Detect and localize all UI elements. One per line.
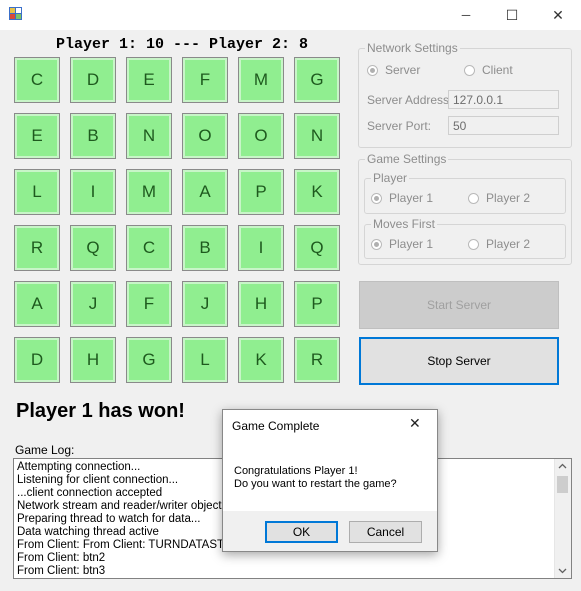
dialog-close-icon[interactable]: ✕: [409, 415, 421, 432]
scroll-down-icon[interactable]: [558, 568, 567, 574]
board-tile[interactable]: C: [126, 225, 172, 271]
dialog-title: Game Complete: [232, 419, 320, 433]
radio-selected-icon: [371, 238, 382, 250]
score-label: Player 1: 10 --- Player 2: 8: [56, 36, 309, 53]
board-tile[interactable]: Q: [70, 225, 116, 271]
radio-unselected-icon: [468, 192, 479, 204]
server-radio-label: Server: [385, 63, 421, 77]
board-tile[interactable]: Q: [294, 225, 340, 271]
board-tile[interactable]: B: [70, 113, 116, 159]
board-tile[interactable]: J: [182, 281, 228, 327]
dialog-message-line1: Congratulations Player 1!: [234, 465, 358, 477]
app-icon: [9, 7, 22, 20]
board-tile[interactable]: K: [294, 169, 340, 215]
minimize-button[interactable]: ─: [443, 0, 489, 30]
cancel-button[interactable]: Cancel: [349, 521, 422, 543]
board-tile[interactable]: H: [238, 281, 284, 327]
server-port-field[interactable]: 50: [448, 116, 559, 135]
moves-player2-radio[interactable]: Player 2: [468, 237, 530, 251]
log-line: From Client: btn2: [17, 552, 106, 564]
board-tile[interactable]: G: [126, 337, 172, 383]
board-tile[interactable]: L: [182, 337, 228, 383]
player1-radio-label: Player 1: [389, 191, 434, 205]
board-tile[interactable]: L: [14, 169, 60, 215]
board-tile[interactable]: A: [182, 169, 228, 215]
minimize-icon: ─: [461, 8, 471, 22]
board-tile[interactable]: D: [14, 337, 60, 383]
board-tile[interactable]: D: [70, 57, 116, 103]
board-tile[interactable]: N: [126, 113, 172, 159]
close-icon: ✕: [552, 6, 564, 23]
title-bar: ─ ☐ ✕: [0, 0, 581, 30]
scroll-thumb[interactable]: [557, 476, 568, 493]
board-tile[interactable]: O: [238, 113, 284, 159]
scroll-up-icon[interactable]: [558, 463, 567, 469]
board-tile[interactable]: E: [126, 57, 172, 103]
board-tile[interactable]: O: [182, 113, 228, 159]
board-tile[interactable]: F: [126, 281, 172, 327]
board-tile[interactable]: K: [238, 337, 284, 383]
close-button[interactable]: ✕: [535, 0, 581, 30]
ok-button[interactable]: OK: [265, 521, 338, 543]
board-tile[interactable]: G: [294, 57, 340, 103]
moves-first-title: Moves First: [371, 217, 438, 231]
board-tile[interactable]: P: [294, 281, 340, 327]
board-tile[interactable]: H: [70, 337, 116, 383]
board-tile[interactable]: P: [238, 169, 284, 215]
stop-server-button[interactable]: Stop Server: [359, 337, 559, 385]
server-port-label: Server Port:: [367, 119, 432, 133]
radio-unselected-icon: [468, 238, 479, 250]
server-address-label: Server Address:: [367, 93, 453, 107]
log-line: From Client: btn3: [17, 565, 106, 577]
board-tile[interactable]: M: [126, 169, 172, 215]
player2-radio-label: Player 2: [486, 191, 531, 205]
player-group-title: Player: [371, 171, 410, 185]
moves-player1-radio[interactable]: Player 1: [371, 237, 433, 251]
board-tile[interactable]: R: [294, 337, 340, 383]
board-tile[interactable]: A: [14, 281, 60, 327]
winner-label: Player 1 has won!: [16, 400, 185, 422]
board-tile[interactable]: J: [70, 281, 116, 327]
radio-unselected-icon: [464, 64, 475, 76]
start-server-button[interactable]: Start Server: [359, 281, 559, 329]
game-log-label: Game Log:: [15, 443, 75, 457]
maximize-icon: ☐: [505, 6, 519, 23]
game-complete-dialog: Game Complete ✕ Congratulations Player 1…: [222, 409, 438, 552]
dialog-message-line2: Do you want to restart the game?: [234, 478, 397, 490]
moves-player1-label: Player 1: [389, 237, 434, 251]
network-settings-title: Network Settings: [365, 41, 460, 55]
board-tile[interactable]: R: [14, 225, 60, 271]
player2-radio[interactable]: Player 2: [468, 191, 530, 205]
dialog-button-bar: OK Cancel: [223, 511, 437, 551]
board-tile[interactable]: C: [14, 57, 60, 103]
game-settings-title: Game Settings: [365, 152, 449, 166]
server-radio[interactable]: Server: [367, 63, 420, 77]
board-tile[interactable]: I: [238, 225, 284, 271]
player1-radio[interactable]: Player 1: [371, 191, 433, 205]
client-radio[interactable]: Client: [464, 63, 513, 77]
log-scrollbar[interactable]: [554, 459, 571, 578]
radio-selected-icon: [371, 192, 382, 204]
moves-player2-label: Player 2: [486, 237, 531, 251]
maximize-button[interactable]: ☐: [489, 0, 535, 30]
board-tile[interactable]: M: [238, 57, 284, 103]
board-tile[interactable]: E: [14, 113, 60, 159]
server-address-field[interactable]: 127.0.0.1: [448, 90, 559, 109]
client-radio-label: Client: [482, 63, 513, 77]
board-tile[interactable]: F: [182, 57, 228, 103]
board-tile[interactable]: N: [294, 113, 340, 159]
radio-selected-icon: [367, 64, 378, 76]
board-tile[interactable]: B: [182, 225, 228, 271]
board-tile[interactable]: I: [70, 169, 116, 215]
